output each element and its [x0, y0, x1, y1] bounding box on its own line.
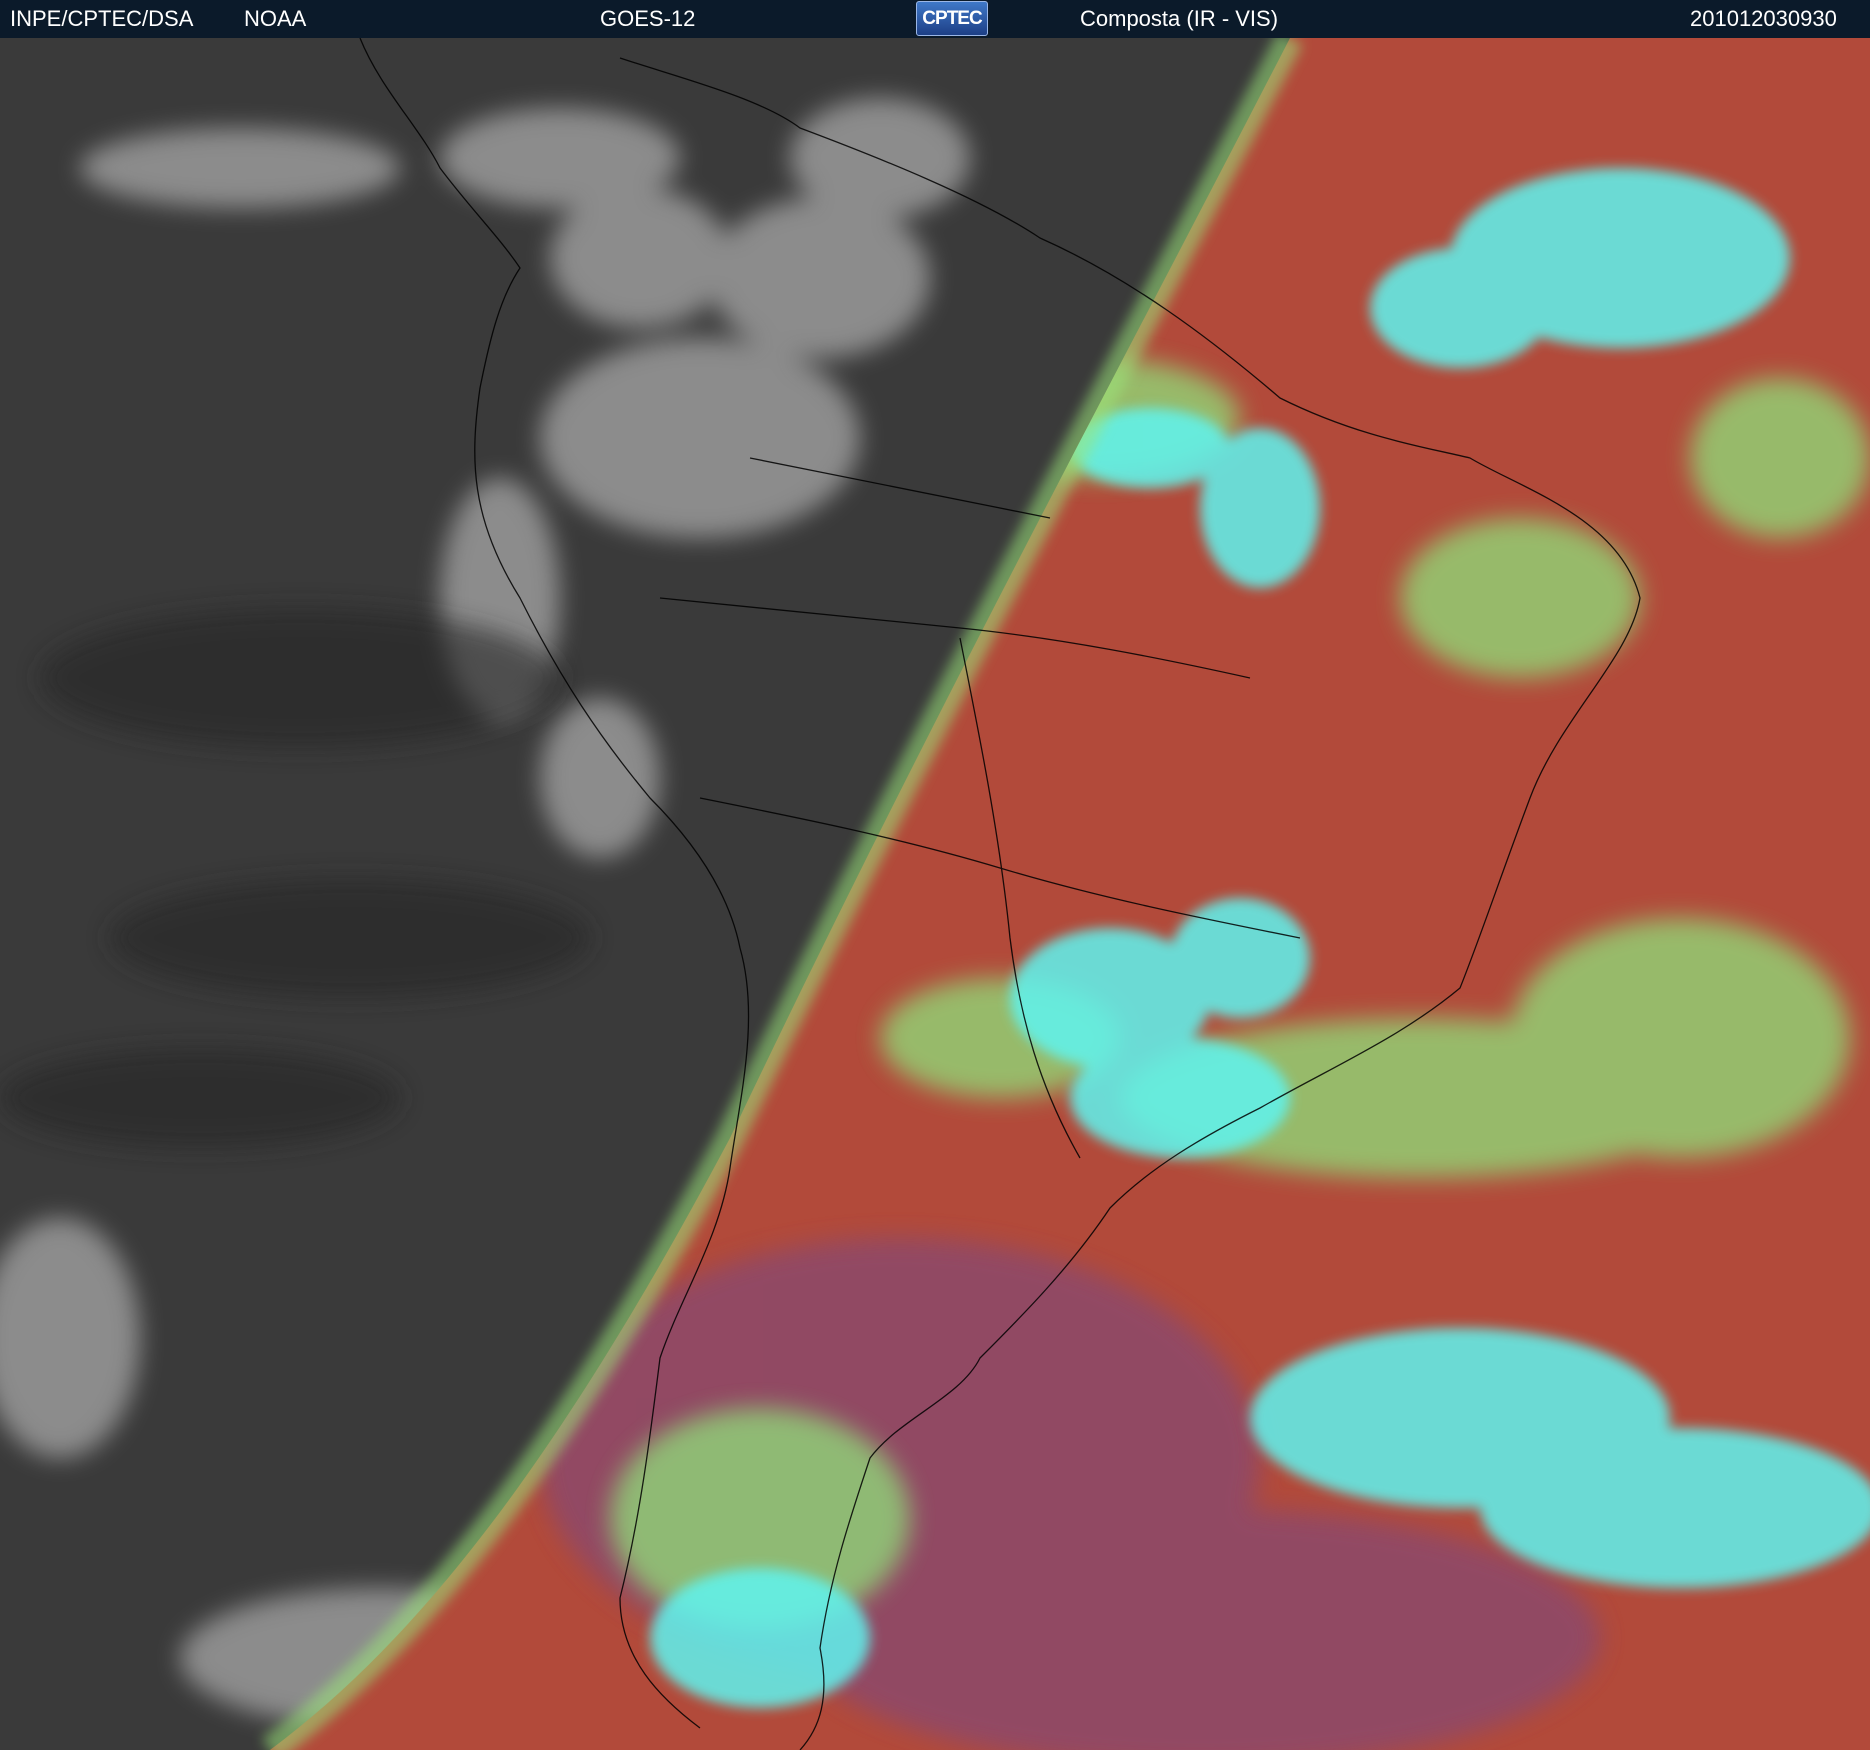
partner-label: NOAA [244, 6, 307, 31]
satellite-label: GOES-12 [600, 6, 696, 31]
satellite-composite-image [0, 38, 1870, 1750]
product-label: Composta (IR - VIS) [1080, 6, 1279, 31]
agency-label: INPE/CPTEC/DSA [10, 6, 194, 31]
timestamp-label: 201012030930 [1690, 6, 1837, 31]
header-bar: INPE/CPTEC/DSA NOAA GOES-12 CPTEC Compos… [0, 0, 1870, 38]
cptec-logo: CPTEC [916, 1, 988, 36]
logo-text: CPTEC [922, 8, 982, 29]
